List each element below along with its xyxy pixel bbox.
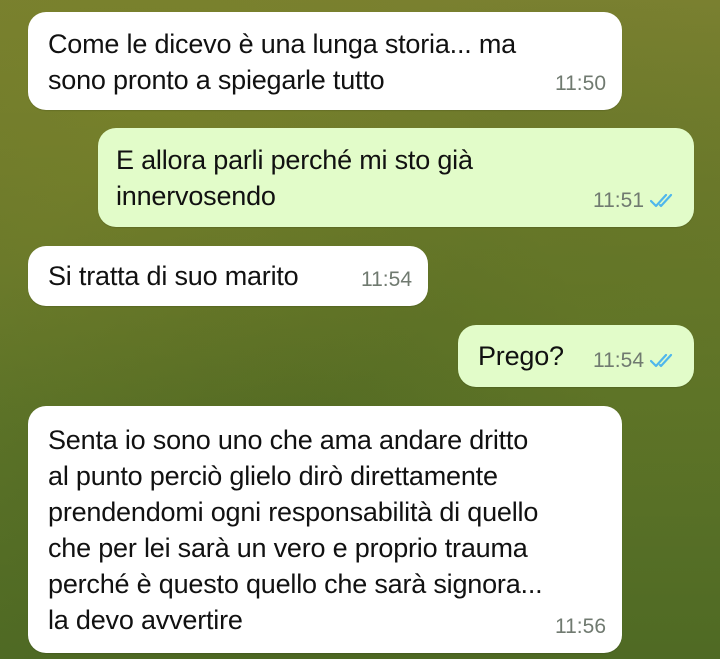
- message-bubble-incoming[interactable]: Senta io sono uno che ama andare dritto …: [28, 406, 622, 653]
- message-meta: 11:50: [555, 66, 606, 102]
- message-time: 11:54: [361, 268, 412, 291]
- double-check-icon: [650, 353, 678, 369]
- message-bubble-outgoing[interactable]: Prego? 11:54: [458, 325, 694, 387]
- message-time: 11:50: [555, 72, 606, 95]
- message-text: Senta io sono uno che ama andare dritto …: [48, 425, 543, 635]
- message-bubble-incoming[interactable]: Come le dicevo è una lunga storia... ma …: [28, 12, 622, 110]
- message-bubble-incoming[interactable]: Si tratta di suo marito 11:54: [28, 246, 428, 306]
- message-text: Si tratta di suo marito: [48, 261, 299, 291]
- chat-conversation: Come le dicevo è una lunga storia... ma …: [0, 0, 720, 659]
- message-meta: 11:54: [593, 343, 678, 379]
- message-time: 11:56: [555, 615, 606, 638]
- message-meta: 11:56: [555, 609, 606, 645]
- message-text: E allora parli perché mi sto già innervo…: [116, 145, 473, 211]
- message-text: Come le dicevo è una lunga storia... ma …: [48, 29, 516, 95]
- message-meta: 11:54: [361, 262, 412, 298]
- message-bubble-outgoing[interactable]: E allora parli perché mi sto già innervo…: [98, 128, 694, 227]
- message-time: 11:54: [593, 349, 644, 372]
- double-check-icon: [650, 193, 678, 209]
- message-text: Prego?: [478, 341, 564, 371]
- message-time: 11:51: [593, 189, 644, 212]
- message-meta: 11:51: [593, 183, 678, 219]
